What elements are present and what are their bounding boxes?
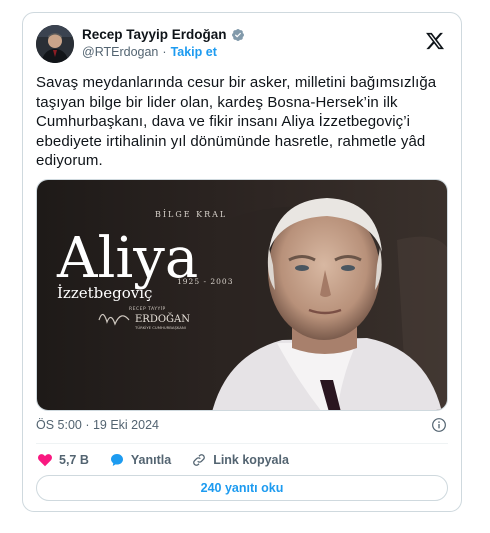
signature-name: ERDOĞAN xyxy=(135,313,190,325)
copy-link-button[interactable]: Link kopyala xyxy=(191,452,289,468)
like-count: 5,7 B xyxy=(59,453,89,467)
timestamp[interactable]: ÖS 5:00 · 19 Eki 2024 xyxy=(36,418,159,432)
commemorative-graphic: BİLGE KRAL Aliya İzzetbegoviç 1925 - 200… xyxy=(37,180,447,410)
surname-text: İzzetbegoviç xyxy=(57,284,152,302)
tweet-header: Recep Tayyip Erdoğan @RTErdogan · Takip … xyxy=(36,25,449,65)
reply-label: Yanıtla xyxy=(130,453,172,467)
author-handle[interactable]: @RTErdogan xyxy=(82,45,158,59)
author-name[interactable]: Recep Tayyip Erdoğan xyxy=(82,27,227,42)
years-text: 1925 - 2003 xyxy=(177,277,233,286)
tweet-image[interactable]: BİLGE KRAL Aliya İzzetbegoviç 1925 - 200… xyxy=(36,179,448,411)
like-button[interactable]: 5,7 B xyxy=(37,452,89,468)
signature-top: RECEP TAYYİP xyxy=(129,305,166,312)
x-logo-icon[interactable] xyxy=(425,31,445,51)
verified-badge-icon xyxy=(231,28,244,41)
read-replies-label: 240 yanıtı oku xyxy=(200,481,284,495)
separator-dot: · xyxy=(162,45,167,59)
divider xyxy=(36,443,448,444)
info-icon[interactable] xyxy=(431,417,447,433)
copy-link-label: Link kopyala xyxy=(213,453,289,467)
action-bar: 5,7 B Yanıtla Link kopyala xyxy=(37,452,289,468)
reply-button[interactable]: Yanıtla xyxy=(109,452,171,468)
follow-button[interactable]: Takip et xyxy=(171,45,217,59)
reply-bubble-icon xyxy=(110,454,123,466)
tweet-meta: ÖS 5:00 · 19 Eki 2024 xyxy=(36,418,447,432)
read-replies-button[interactable]: 240 yanıtı oku xyxy=(36,475,448,501)
heart-icon xyxy=(38,454,52,467)
signature-subtitle: TÜRKİYE CUMHURBAŞKANI xyxy=(134,325,186,330)
tweet-card: Recep Tayyip Erdoğan @RTErdogan · Takip … xyxy=(22,12,462,512)
link-icon xyxy=(193,454,206,466)
tweet-text: Savaş meydanlarında cesur bir asker, mil… xyxy=(36,74,437,169)
author-block: Recep Tayyip Erdoğan @RTErdogan · Takip … xyxy=(82,27,245,59)
avatar[interactable] xyxy=(36,25,74,63)
small-caps-title: BİLGE KRAL xyxy=(155,210,227,219)
